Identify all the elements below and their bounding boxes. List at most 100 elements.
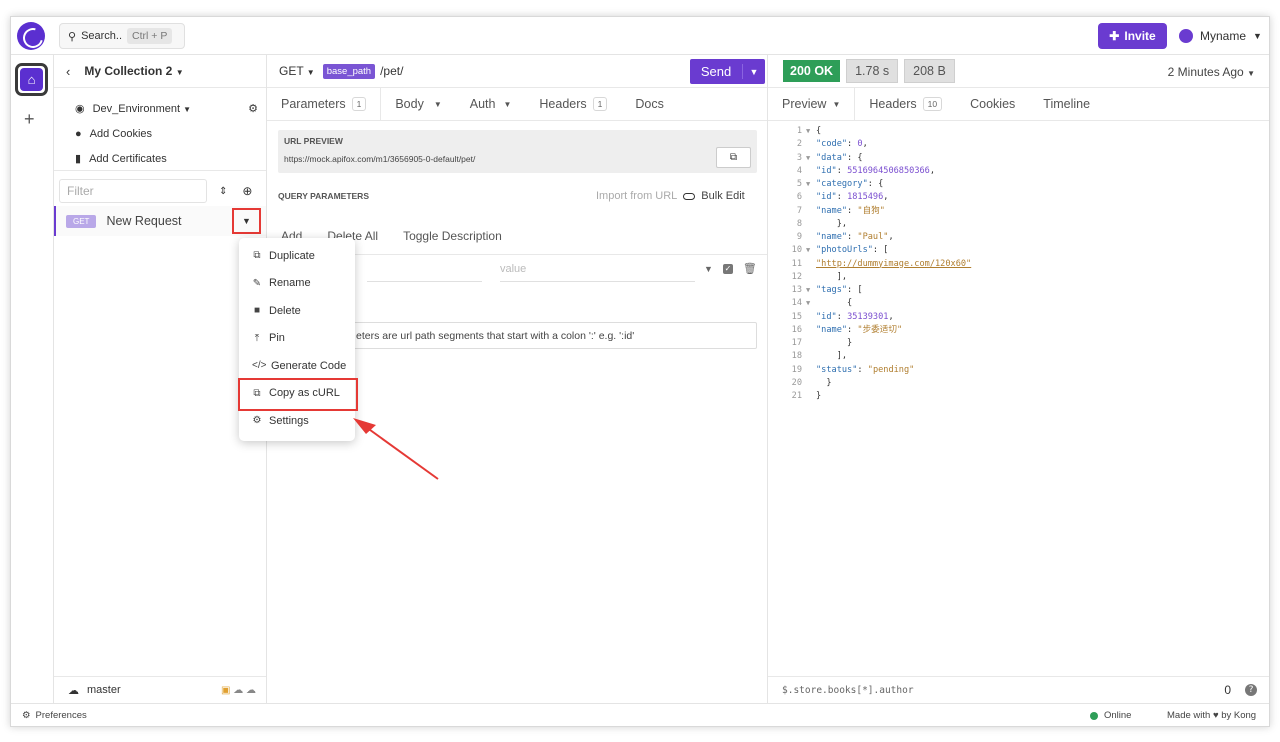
method-selector[interactable]: GET ▼ — [279, 64, 315, 78]
url-variable-chip[interactable]: base_path — [322, 63, 376, 79]
highlight-box — [238, 378, 358, 411]
insomnia-logo-icon[interactable] — [17, 22, 45, 50]
response-tabs: Preview ▼ Headers 10 Cookies Timeline — [768, 88, 1269, 121]
menu-item-duplicate[interactable]: ⧉ Duplicate — [239, 242, 355, 270]
status-badge: 200 OK — [783, 60, 841, 82]
home-button[interactable]: ⌂ — [15, 63, 48, 96]
request-dropdown-button[interactable]: ▼ — [232, 208, 261, 234]
tab-cookies[interactable]: Cookies — [956, 88, 1029, 120]
trash-icon: ■ — [253, 305, 261, 317]
query-parameters-title: QUERY PARAMETERS — [278, 191, 369, 201]
sort-icon[interactable]: ⇕ — [219, 186, 227, 197]
request-item[interactable]: GET New Request ▼ — [54, 206, 266, 236]
copy-url-button[interactable]: ⧉ — [716, 147, 751, 168]
menu-item-settings[interactable]: ⚙ Settings — [239, 407, 355, 435]
response-size: 208 B — [904, 59, 955, 83]
edit-icon: ✎ — [252, 277, 262, 289]
copy-icon: ⧉ — [253, 250, 261, 262]
trash-icon[interactable]: 🗑 — [743, 262, 757, 275]
menu-item-delete[interactable]: ■ Delete — [239, 297, 355, 325]
online-status: Online — [1090, 710, 1131, 721]
response-time: 1.78 s — [846, 59, 899, 83]
param-name-input[interactable] — [367, 260, 482, 282]
username: Myname — [1200, 29, 1247, 43]
globe-icon: ◉ — [75, 103, 85, 115]
menu-item-rename[interactable]: ✎ Rename — [239, 270, 355, 298]
cloud-icon: ☁ — [68, 684, 79, 697]
search-icon: ⚲ — [68, 30, 77, 43]
invite-button[interactable]: ✚ Invite — [1098, 23, 1167, 49]
request-tabs: Parameters 1 Body ▼ Auth ▼ Headers 1 Docs — [267, 88, 767, 121]
toggle-icon[interactable] — [683, 192, 696, 200]
chevron-down-icon[interactable]: ▼ — [704, 264, 713, 274]
bulk-edit-button[interactable]: Bulk Edit — [701, 190, 744, 202]
status-bar: ⚙ Preferences Online Made with ♥ by Kong — [11, 703, 1269, 726]
add-certificates-label: Add Certificates — [89, 152, 167, 165]
user-menu[interactable]: Myname ▼ — [1179, 23, 1262, 49]
tab-parameters[interactable]: Parameters 1 — [267, 88, 382, 120]
search-label: Search.. — [81, 30, 123, 42]
certificate-icon: ▮ — [75, 153, 82, 165]
branch-name[interactable]: master — [87, 684, 121, 696]
url-preview-value: https://mock.apifox.com/m1/3656905-0-def… — [284, 154, 476, 164]
send-button[interactable]: Send ▼ — [690, 59, 765, 84]
app-window: ⚲ Search.. Ctrl + P ✚ Invite Myname ▼ ⌂ … — [10, 16, 1270, 727]
environment-selector[interactable]: ◉ Dev_Environment ▼ ⚙ — [54, 96, 266, 121]
toggle-description-button[interactable]: Toggle Description — [403, 229, 502, 243]
response-filter-input[interactable]: $.store.books[*].author — [782, 685, 914, 696]
pin-icon: ⤒ — [254, 332, 260, 344]
enable-checkbox[interactable]: ✓ — [722, 263, 733, 274]
search-shortcut: Ctrl + P — [127, 28, 173, 44]
sync-icons[interactable]: ▣ ☁ ☁ — [221, 685, 256, 696]
tab-timeline[interactable]: Timeline — [1029, 88, 1104, 120]
add-cookies-label: Add Cookies — [89, 127, 153, 140]
chevron-down-icon[interactable]: ▼ — [743, 67, 765, 77]
request-name: New Request — [106, 214, 182, 228]
filter-result-count: 0 — [1224, 683, 1231, 697]
divider — [54, 170, 266, 171]
filter-input[interactable]: Filter — [59, 179, 207, 203]
add-cookies-button[interactable]: ● Add Cookies — [54, 121, 266, 146]
url-preview-title: URL PREVIEW — [284, 136, 343, 146]
tab-docs[interactable]: Docs — [621, 88, 677, 120]
gear-icon: ⚙ — [252, 415, 262, 427]
tab-body[interactable]: Body ▼ — [381, 88, 455, 120]
tab-headers[interactable]: Headers 1 — [525, 88, 621, 120]
avatar — [1179, 29, 1193, 43]
add-circle-icon[interactable]: ⊕ — [242, 184, 252, 198]
tab-preview[interactable]: Preview ▼ — [768, 88, 856, 120]
invite-label: Invite — [1124, 29, 1156, 43]
response-body[interactable]: 1 ▼{ 2 "code": 0, 3 ▼ "data": { 4 "id": 55… — [786, 125, 972, 403]
cookie-icon: ● — [75, 127, 82, 140]
left-rail: ⌂ + — [11, 55, 54, 703]
tab-auth[interactable]: Auth ▼ — [456, 88, 526, 120]
online-dot-icon — [1090, 711, 1098, 720]
made-with-credit[interactable]: Made with ♥ by Kong — [1167, 710, 1256, 721]
filter-row: Filter ⇕ ⊕ — [59, 179, 262, 203]
collection-name[interactable]: My Collection 2 ▼ — [84, 64, 183, 78]
home-icon: ⌂ — [20, 68, 43, 91]
param-value-input[interactable]: value — [500, 260, 695, 282]
response-history-dropdown[interactable]: 2 Minutes Ago ▼ — [1168, 65, 1255, 79]
tab-response-headers[interactable]: Headers 10 — [855, 88, 956, 120]
preferences-button[interactable]: ⚙ Preferences — [22, 710, 87, 721]
response-filter-bar: $.store.books[*].author 0 ? — [768, 676, 1269, 703]
help-icon[interactable]: ? — [1245, 684, 1257, 696]
response-header: 200 OK 1.78 s 208 B 2 Minutes Ago ▼ — [768, 55, 1269, 88]
back-chevron-icon[interactable]: ‹ — [66, 64, 70, 79]
response-pane: 200 OK 1.78 s 208 B 2 Minutes Ago ▼ Prev… — [768, 55, 1269, 703]
import-from-url-button[interactable]: Import from URL — [596, 190, 677, 202]
url-path[interactable]: /pet/ — [380, 64, 403, 78]
gear-icon: ⚙ — [22, 710, 31, 721]
param-controls: ▼ ✓ 🗑 — [704, 262, 757, 275]
menu-item-pin[interactable]: ⤒ Pin — [239, 325, 355, 353]
gear-icon[interactable]: ⚙ — [248, 102, 258, 115]
top-bar: ⚲ Search.. Ctrl + P ✚ Invite Myname ▼ — [11, 17, 1269, 55]
search-button[interactable]: ⚲ Search.. Ctrl + P — [59, 23, 185, 49]
environment-name: Dev_Environment ▼ — [92, 102, 192, 115]
copy-icon: ⧉ — [729, 152, 738, 163]
plus-icon[interactable]: + — [24, 109, 35, 130]
add-certificates-button[interactable]: ▮ Add Certificates — [54, 146, 266, 171]
code-icon: </> — [252, 360, 267, 372]
menu-item-generate-code[interactable]: </> Generate Code — [239, 352, 355, 380]
